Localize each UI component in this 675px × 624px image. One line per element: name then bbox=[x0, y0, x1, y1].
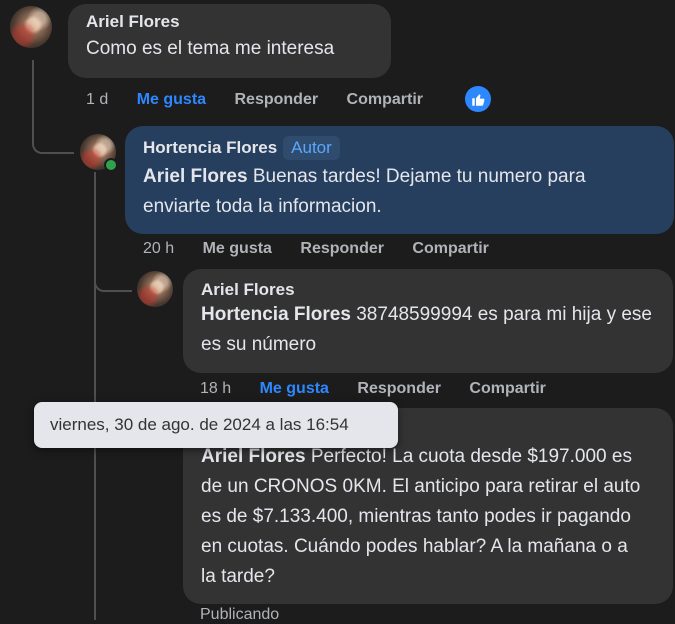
mention[interactable]: Ariel Flores bbox=[201, 446, 306, 467]
share-button[interactable]: Compartir bbox=[347, 91, 423, 108]
comment-author[interactable]: Hortencia Flores bbox=[143, 138, 277, 158]
avatar[interactable] bbox=[137, 271, 173, 307]
thread-curve bbox=[94, 270, 132, 292]
reply-button[interactable]: Responder bbox=[300, 240, 384, 257]
comment-bubble: Hortencia Flores Autor Ariel Flores Buen… bbox=[125, 126, 674, 234]
comment-actions: 18 h Me gusta Responder Compartir bbox=[200, 380, 570, 398]
like-button[interactable]: Me gusta bbox=[137, 91, 206, 108]
thread-curve bbox=[32, 130, 74, 154]
mention[interactable]: Ariel Flores bbox=[143, 166, 248, 187]
comment-text: Ariel Flores Perfecto! La cuota desde $1… bbox=[201, 442, 657, 592]
share-button[interactable]: Compartir bbox=[412, 240, 488, 257]
comment-actions: 1 d Me gusta Responder Compartir bbox=[86, 91, 447, 109]
comment-actions: 20 h Me gusta Responder Compartir bbox=[143, 240, 513, 258]
thumbs-up-icon[interactable] bbox=[465, 86, 491, 112]
avatar[interactable] bbox=[10, 6, 52, 48]
comment-bubble: Ariel Flores Como es el tema me interesa bbox=[68, 4, 391, 78]
comment-text: Ariel Flores Buenas tardes! Dejame tu nu… bbox=[143, 162, 658, 222]
mention[interactable]: Hortencia Flores bbox=[201, 304, 351, 325]
comment-author[interactable]: Ariel Flores bbox=[86, 12, 375, 32]
timestamp[interactable]: 18 h bbox=[200, 380, 231, 397]
reply-button[interactable]: Responder bbox=[235, 91, 319, 108]
thread-line bbox=[32, 60, 34, 140]
like-button[interactable]: Me gusta bbox=[203, 240, 272, 257]
timestamp-tooltip: viernes, 30 de ago. de 2024 a las 16:54 bbox=[34, 402, 398, 448]
like-button[interactable]: Me gusta bbox=[260, 380, 329, 397]
comment-bubble: Ariel Flores Hortencia Flores 3874859999… bbox=[183, 269, 673, 373]
timestamp[interactable]: 20 h bbox=[143, 240, 174, 257]
comment-author[interactable]: Ariel Flores bbox=[201, 280, 657, 300]
reply-button[interactable]: Responder bbox=[357, 380, 441, 397]
timestamp[interactable]: 1 d bbox=[86, 91, 108, 108]
comment-body: Perfecto! La cuota desde $197.000 es de … bbox=[201, 446, 641, 587]
thread-line bbox=[94, 172, 96, 620]
publishing-status: Publicando bbox=[200, 606, 280, 623]
comment-text: Hortencia Flores 38748599994 es para mi … bbox=[201, 300, 657, 360]
comment-text: Como es el tema me interesa bbox=[86, 38, 335, 59]
online-status-dot bbox=[104, 158, 118, 172]
author-badge: Autor bbox=[283, 136, 340, 160]
share-button[interactable]: Compartir bbox=[469, 380, 545, 397]
